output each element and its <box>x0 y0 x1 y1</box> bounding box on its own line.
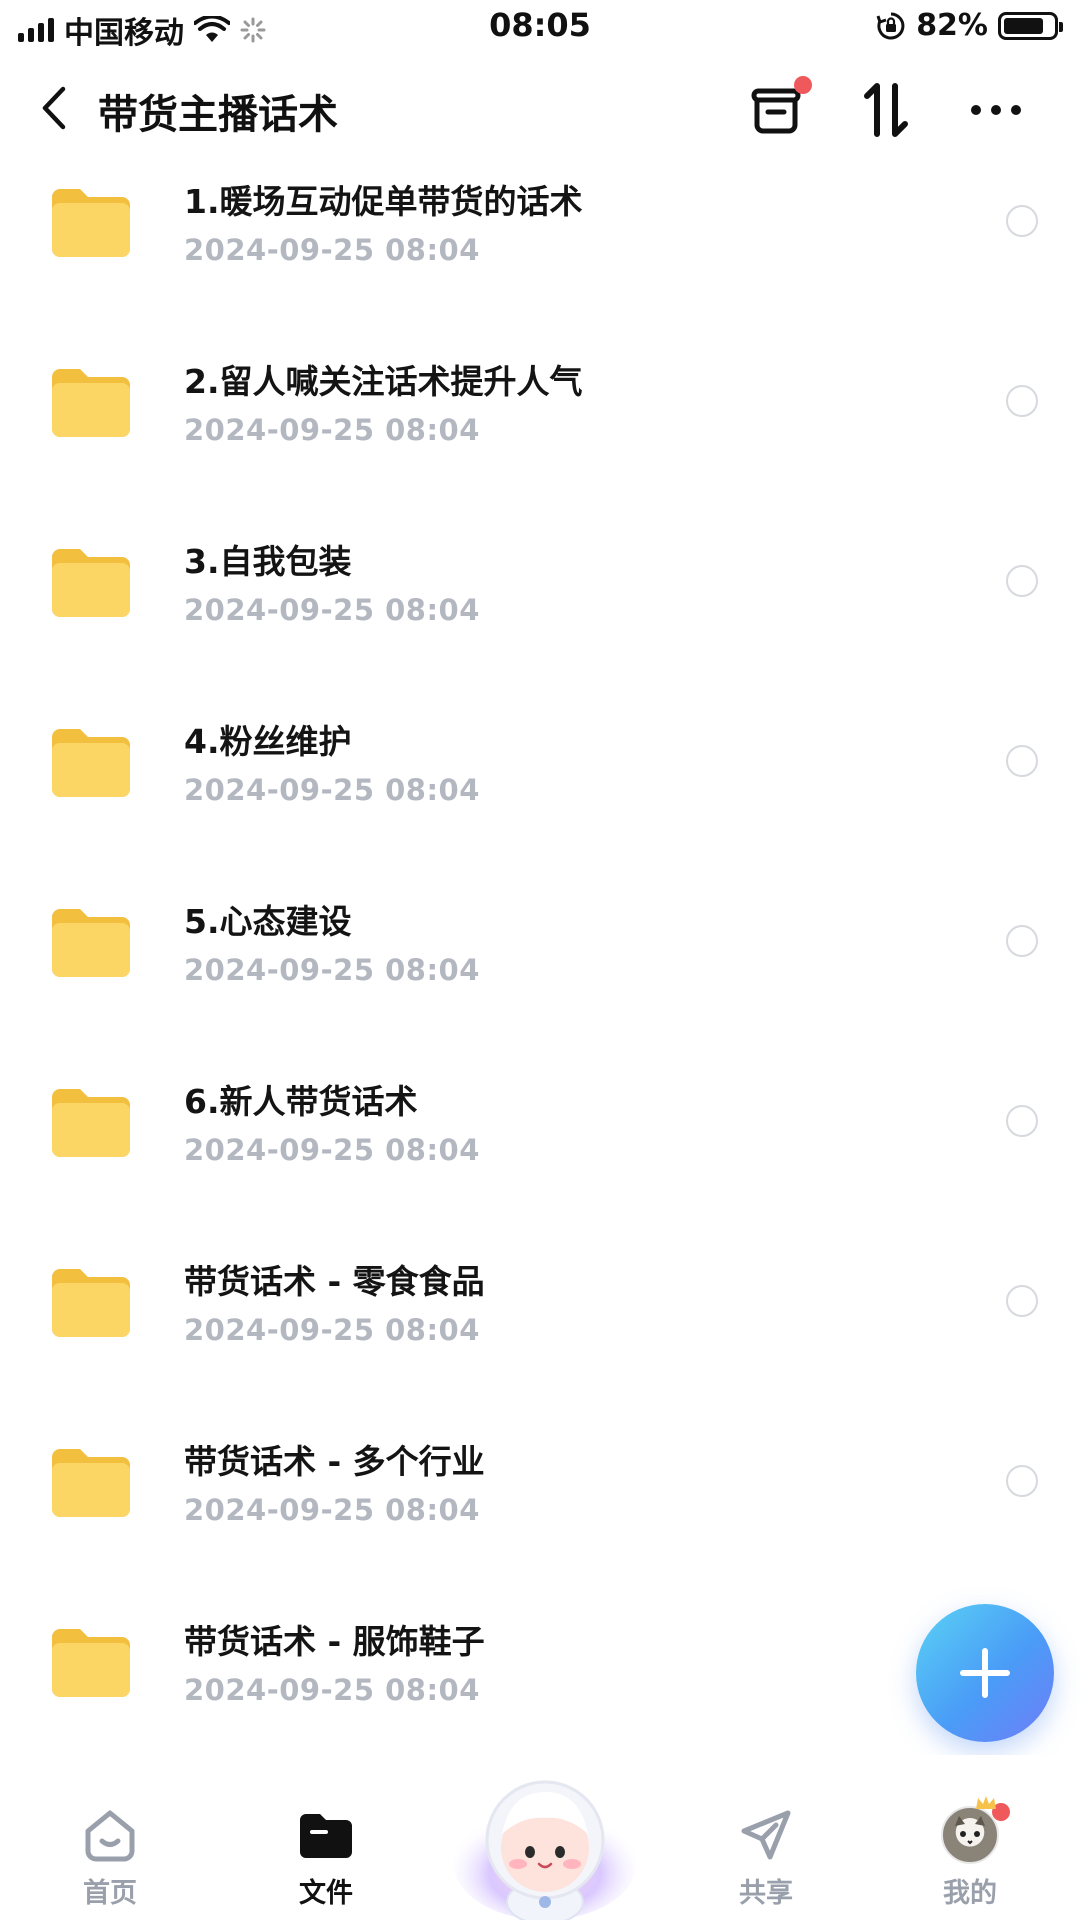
list-item[interactable]: 1.暖场互动促单带货的话术 2024-09-25 08:04 <box>0 155 1080 335</box>
tab-share[interactable]: 共享 <box>686 1755 846 1920</box>
inbox-icon <box>751 88 801 134</box>
file-date: 2024-09-25 08:04 <box>184 233 480 267</box>
more-button[interactable] <box>966 80 1026 140</box>
mascot-assistant-button[interactable] <box>450 1752 640 1920</box>
list-item[interactable]: 带货话术 - 零食食品 2024-09-25 08:04 <box>0 1235 1080 1415</box>
folder-icon <box>52 729 130 797</box>
back-button[interactable] <box>32 78 76 138</box>
file-name: 2.留人喊关注话术提升人气 <box>184 362 583 401</box>
avatar-icon <box>940 1796 1010 1865</box>
tab-files[interactable]: 文件 <box>246 1755 406 1920</box>
list-item[interactable]: 3.自我包装 2024-09-25 08:04 <box>0 515 1080 695</box>
folder-icon <box>52 909 130 977</box>
tab-share-label: 共享 <box>739 1878 793 1909</box>
file-list: 1.暖场互动促单带货的话术 2024-09-25 08:04 2.留人喊关注话术… <box>0 155 1080 1775</box>
send-icon <box>736 1805 796 1865</box>
tab-home[interactable]: 首页 <box>30 1755 190 1920</box>
file-date: 2024-09-25 08:04 <box>184 1133 480 1167</box>
folder-icon <box>52 1449 130 1517</box>
list-item[interactable]: 5.心态建设 2024-09-25 08:04 <box>0 875 1080 1055</box>
select-radio[interactable] <box>1006 1465 1038 1497</box>
home-icon <box>80 1805 140 1865</box>
file-date: 2024-09-25 08:04 <box>184 953 480 987</box>
mascot-icon <box>453 1780 637 1920</box>
page-title: 带货主播话术 <box>98 92 338 138</box>
add-button[interactable] <box>916 1604 1054 1742</box>
chevron-left-icon <box>42 86 66 130</box>
tab-home-label: 首页 <box>83 1878 137 1909</box>
battery-fill <box>1004 17 1044 34</box>
select-radio[interactable] <box>1006 565 1038 597</box>
select-radio[interactable] <box>1006 925 1038 957</box>
folder-icon <box>52 189 130 257</box>
file-name: 带货话术 - 服饰鞋子 <box>184 1622 485 1661</box>
orientation-lock-icon <box>876 12 905 39</box>
status-right: 82% <box>876 8 1063 43</box>
select-radio[interactable] <box>1006 1105 1038 1137</box>
folder-icon <box>52 369 130 437</box>
list-item[interactable]: 带货话术 - 多个行业 2024-09-25 08:04 <box>0 1415 1080 1595</box>
list-item[interactable]: 2.留人喊关注话术提升人气 2024-09-25 08:04 <box>0 335 1080 515</box>
folder-icon <box>296 1805 356 1865</box>
file-name: 5.心态建设 <box>184 902 352 941</box>
select-radio[interactable] <box>1006 1285 1038 1317</box>
file-date: 2024-09-25 08:04 <box>184 1673 480 1707</box>
file-date: 2024-09-25 08:04 <box>184 773 480 807</box>
notification-dot <box>794 76 812 94</box>
select-radio[interactable] <box>1006 385 1038 417</box>
nav-header: 带货主播话术 <box>0 60 1080 160</box>
plus-icon <box>960 1648 1010 1698</box>
tab-files-label: 文件 <box>299 1878 353 1909</box>
tab-mine[interactable]: 我的 <box>890 1755 1050 1920</box>
sort-icon <box>864 83 908 137</box>
select-radio[interactable] <box>1006 205 1038 237</box>
folder-icon <box>52 1629 130 1697</box>
battery-percent: 82% <box>916 8 988 43</box>
folder-icon <box>52 1269 130 1337</box>
file-name: 3.自我包装 <box>184 542 352 581</box>
crown-icon <box>976 1796 996 1809</box>
folder-icon <box>52 1089 130 1157</box>
battery-icon <box>998 11 1063 40</box>
inbox-button[interactable] <box>746 76 812 140</box>
list-item[interactable]: 4.粉丝维护 2024-09-25 08:04 <box>0 695 1080 875</box>
more-icon <box>971 105 1021 115</box>
file-name: 1.暖场互动促单带货的话术 <box>184 182 583 221</box>
select-radio[interactable] <box>1006 745 1038 777</box>
file-date: 2024-09-25 08:04 <box>184 1493 480 1527</box>
folder-icon <box>52 549 130 617</box>
file-date: 2024-09-25 08:04 <box>184 1313 480 1347</box>
list-item[interactable]: 6.新人带货话术 2024-09-25 08:04 <box>0 1055 1080 1235</box>
file-name: 4.粉丝维护 <box>184 722 352 761</box>
sort-button[interactable] <box>856 80 916 140</box>
avatar <box>941 1806 999 1864</box>
app-screen: 中国移动 08:05 82% 带货主播话术 1.暖场互动促单带货的话术 2024… <box>0 0 1080 1920</box>
status-bar: 中国移动 08:05 82% <box>0 0 1080 56</box>
file-date: 2024-09-25 08:04 <box>184 413 480 447</box>
file-name: 带货话术 - 零食食品 <box>184 1262 485 1301</box>
file-name: 带货话术 - 多个行业 <box>184 1442 485 1481</box>
file-date: 2024-09-25 08:04 <box>184 593 480 627</box>
file-name: 6.新人带货话术 <box>184 1082 418 1121</box>
tab-mine-label: 我的 <box>943 1878 997 1909</box>
